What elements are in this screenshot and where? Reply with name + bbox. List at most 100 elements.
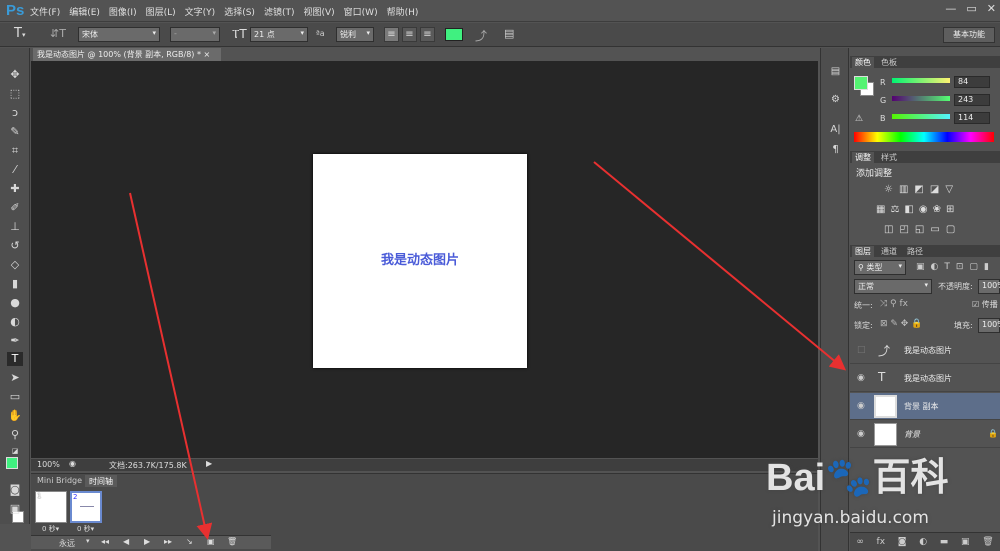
gradient-map-icon[interactable]: ▭ <box>930 224 939 235</box>
bw-icon[interactable]: ◧ <box>904 204 913 215</box>
layer-row-selected[interactable]: ◉ 背景 副本 <box>850 393 1000 420</box>
tab-adjustments[interactable]: 调整 <box>852 152 874 163</box>
layer-row[interactable]: ◉ T 我是动态图片 <box>850 365 1000 392</box>
unify-position-icon[interactable]: ⤨ ⚲ fx <box>880 299 908 309</box>
rectangle-tool-icon[interactable]: ▭ <box>7 390 23 404</box>
character-icon[interactable]: A| <box>828 124 843 138</box>
photo-filter-icon[interactable]: ◉ <box>919 204 928 215</box>
delete-frame-icon[interactable]: 🗑 <box>227 537 237 546</box>
brightness-icon[interactable]: ☼ <box>884 184 893 195</box>
tab-paths[interactable]: 路径 <box>904 246 926 257</box>
loop-select[interactable]: 永远 <box>59 538 75 549</box>
blur-tool-icon[interactable]: ● <box>7 296 23 310</box>
restore-button[interactable]: ▭ <box>966 2 976 15</box>
eraser-tool-icon[interactable]: ◇ <box>7 258 23 272</box>
document-tab[interactable]: 我是动态图片 @ 100% (背景 副本, RGB/8) * × <box>33 48 221 61</box>
vibrance-icon[interactable]: ▽ <box>945 184 953 195</box>
lasso-tool-icon[interactable]: ↄ <box>7 106 23 120</box>
tab-styles[interactable]: 样式 <box>878 152 900 163</box>
tab-channels[interactable]: 通道 <box>878 246 900 257</box>
screen-mode-icon[interactable]: ▣ <box>7 502 23 516</box>
font-family-select[interactable]: 宋体 ▾ <box>78 27 160 42</box>
tween-icon[interactable]: ↘ <box>186 537 193 546</box>
blend-mode-select[interactable]: 正常 ▾ <box>854 279 932 294</box>
document-canvas[interactable]: 我是动态图片 <box>313 154 527 368</box>
r-slider[interactable] <box>892 78 950 83</box>
loop-arrow-icon[interactable]: ▾ <box>86 537 90 545</box>
fill-input[interactable]: 100% <box>978 318 1000 333</box>
quick-select-tool-icon[interactable]: ✎ <box>7 125 23 139</box>
path-select-tool-icon[interactable]: ➤ <box>7 371 23 385</box>
text-orientation-icon[interactable]: ⇵T <box>50 27 66 40</box>
hand-tool-icon[interactable]: ✋ <box>7 409 23 423</box>
brush-tool-icon[interactable]: ✐ <box>7 201 23 215</box>
filter-smart-icon[interactable]: ▢ <box>969 262 978 272</box>
tab-timeline[interactable]: 时间轴 <box>85 475 117 487</box>
menu-edit[interactable]: 编辑(E) <box>69 5 100 18</box>
quick-mask-icon[interactable]: ◙ <box>7 483 23 497</box>
pen-tool-icon[interactable]: ✒ <box>7 334 23 348</box>
hue-icon[interactable]: ▦ <box>876 204 885 215</box>
menu-filter[interactable]: 滤镜(T) <box>264 5 295 18</box>
foreground-color-swatch[interactable] <box>6 457 18 469</box>
menu-select[interactable]: 选择(S) <box>224 5 255 18</box>
g-slider[interactable] <box>892 96 950 101</box>
warp-text-icon[interactable]: ⤴ <box>475 27 487 44</box>
frame-delay[interactable]: 0 秒▾ <box>77 524 94 534</box>
opacity-input[interactable]: 100% <box>978 279 1000 294</box>
filter-shape-icon[interactable]: ⊡ <box>956 262 964 272</box>
eye-icon[interactable]: ◉ <box>857 401 865 411</box>
minimize-button[interactable]: — <box>945 2 956 15</box>
fg-color-swatch[interactable] <box>854 76 868 90</box>
align-right-button[interactable]: ≡ <box>420 27 435 42</box>
menu-help[interactable]: 帮助(H) <box>387 5 419 18</box>
type-tool-preset-icon[interactable]: T▾ <box>14 26 25 41</box>
filter-pixel-icon[interactable]: ▣ <box>916 262 925 272</box>
tab-color[interactable]: 颜色 <box>852 57 874 68</box>
eyedropper-tool-icon[interactable]: ⁄ <box>7 163 23 177</box>
menu-image[interactable]: 图像(I) <box>109 5 137 18</box>
close-button[interactable]: ✕ <box>987 2 996 15</box>
actions-icon[interactable]: ⚙ <box>828 94 843 108</box>
next-frame-icon[interactable]: ▸▸ <box>164 537 172 546</box>
curves-icon[interactable]: ◩ <box>914 184 923 195</box>
propagate-checkbox[interactable]: ☑ 传播 <box>972 299 998 310</box>
new-frame-icon[interactable]: ▣ <box>207 537 215 546</box>
color-lookup-icon[interactable]: ⊞ <box>946 204 954 215</box>
invert-icon[interactable]: ◫ <box>884 224 893 235</box>
play-icon[interactable]: ▶ <box>144 537 150 546</box>
healing-brush-tool-icon[interactable]: ✚ <box>7 182 23 196</box>
warning-icon[interactable]: ⚠ <box>855 114 863 124</box>
frame-delay[interactable]: 0 秒▾ <box>42 524 59 534</box>
status-menu-arrow-icon[interactable]: ▶ <box>206 459 212 468</box>
move-tool-icon[interactable]: ✥ <box>7 68 23 82</box>
crop-tool-icon[interactable]: ⌗ <box>7 144 23 158</box>
status-icon[interactable]: ◉ <box>69 459 76 468</box>
layer-row[interactable]: □ ⤴ 我是动态图片 <box>850 337 1000 364</box>
canvas-text[interactable]: 我是动态图片 <box>313 249 527 268</box>
font-style-select[interactable]: - ▾ <box>170 27 220 42</box>
tab-layers[interactable]: 图层 <box>852 246 874 257</box>
close-tab-icon[interactable]: × <box>204 50 211 59</box>
b-value-input[interactable]: 114 <box>954 112 990 124</box>
align-left-button[interactable]: ≡ <box>384 27 399 42</box>
dodge-tool-icon[interactable]: ◐ <box>7 315 23 329</box>
menu-layer[interactable]: 图层(L) <box>146 5 176 18</box>
filter-toggle-icon[interactable]: ▮ <box>984 262 989 272</box>
channel-mixer-icon[interactable]: ❀ <box>933 204 941 215</box>
animation-frame[interactable]: 2 <box>70 491 102 523</box>
paragraph-icon[interactable]: ¶ <box>828 144 843 158</box>
threshold-icon[interactable]: ◱ <box>915 224 924 235</box>
zoom-tool-icon[interactable]: ⚲ <box>7 428 23 442</box>
character-panel-icon[interactable]: ▤ <box>504 27 514 40</box>
color-spectrum[interactable] <box>854 132 994 142</box>
selective-color-icon[interactable]: ▢ <box>946 224 955 235</box>
clone-stamp-tool-icon[interactable]: ⊥ <box>7 220 23 234</box>
color-balance-icon[interactable]: ⚖ <box>890 204 899 215</box>
font-size-select[interactable]: 21 点 ▾ <box>250 27 308 42</box>
type-tool-icon[interactable]: T <box>7 352 23 366</box>
marquee-tool-icon[interactable]: ⬚ <box>7 87 23 101</box>
menu-type[interactable]: 文字(Y) <box>185 5 216 18</box>
r-value-input[interactable]: 84 <box>954 76 990 88</box>
filter-type-icon[interactable]: T <box>944 262 950 272</box>
